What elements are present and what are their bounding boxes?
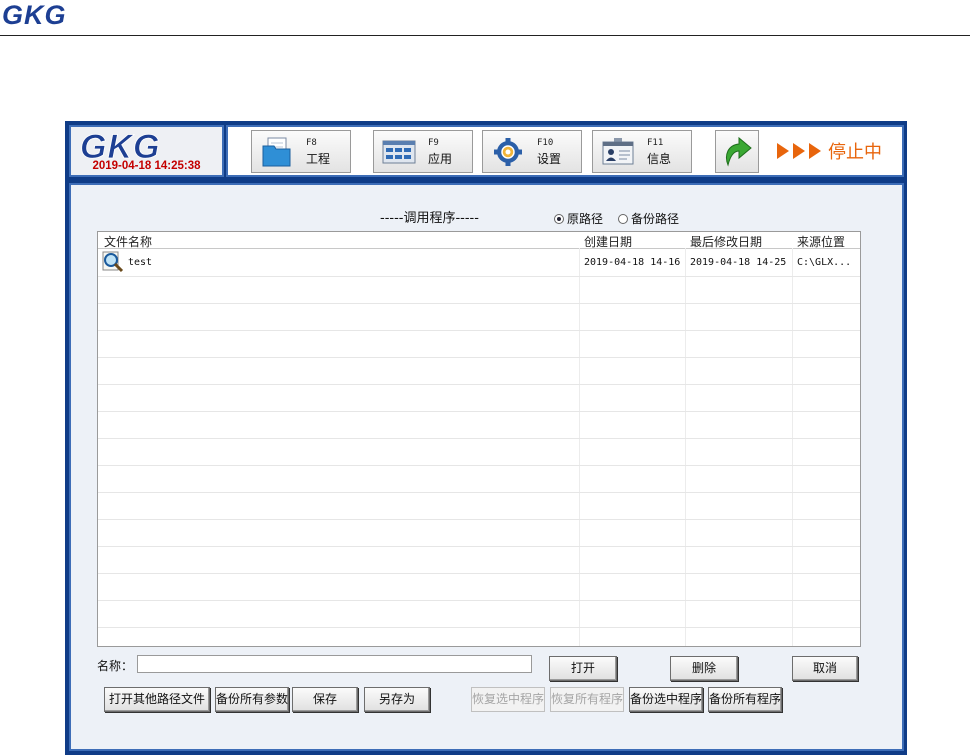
radio-original-path[interactable]: 原路径 [554, 210, 603, 227]
table-row-empty [98, 276, 860, 304]
folder-icon [262, 137, 291, 167]
column-header-created[interactable]: 创建日期 [584, 233, 632, 250]
toolbar-label: 应用 [428, 152, 453, 166]
gear-icon [494, 138, 522, 166]
backup-selected-button[interactable]: 备份选中程序 [629, 687, 703, 712]
radio-unselected-icon [618, 214, 628, 224]
status-arrows-icon [776, 141, 824, 164]
restore-selected-button[interactable]: 恢复选中程序 [471, 687, 545, 712]
svg-text:GKG: GKG [2, 0, 67, 28]
svg-text:GKG: GKG [80, 129, 160, 161]
column-header-source[interactable]: 来源位置 [797, 233, 845, 250]
open-other-path-button[interactable]: 打开其他路径文件 [104, 687, 210, 712]
toolbar-key: F11 [647, 138, 664, 148]
toolbar-label: 工程 [306, 152, 331, 166]
delete-button[interactable]: 删除 [670, 656, 738, 681]
file-table[interactable]: 文件名称 创建日期 最后修改日期 来源位置 test 2019-04-18 14… [97, 231, 861, 647]
gkg-document-logo: GKG [2, 0, 67, 28]
toolbar-button-settings[interactable]: F10 设置 [482, 130, 582, 173]
datetime-display: 2019-04-18 14:25:38 [92, 160, 201, 172]
table-row-empty [98, 411, 860, 439]
file-created: 2019-04-18 14-16 [584, 257, 681, 268]
table-row-empty [98, 357, 860, 385]
top-toolbar: F8 工程 F9 应用 F10 设置 F11 信息 停止中 [226, 125, 904, 177]
toolbar-key: F10 [537, 138, 554, 148]
id-card-icon [602, 138, 634, 165]
table-row-empty [98, 573, 860, 601]
table-row-empty [98, 600, 860, 628]
name-input[interactable] [137, 655, 532, 673]
file-name: test [128, 257, 153, 268]
table-row-empty [98, 519, 860, 547]
application-grid-icon [382, 140, 416, 164]
table-row-empty [98, 627, 860, 646]
toolbar-label: 信息 [647, 152, 672, 166]
magnifier-file-icon [102, 251, 124, 273]
toolbar-label: 设置 [537, 152, 562, 166]
toolbar-button-project[interactable]: F8 工程 [251, 130, 351, 173]
header-rule [0, 35, 970, 36]
column-header-filename[interactable]: 文件名称 [104, 233, 152, 250]
save-as-button[interactable]: 另存为 [364, 687, 430, 712]
machine-status: 停止中 [828, 142, 882, 163]
table-row-empty [98, 330, 860, 358]
table-row[interactable]: test 2019-04-18 14-16 2019-04-18 14-25 C… [98, 249, 860, 277]
radio-backup-path[interactable]: 备份路径 [618, 210, 679, 227]
radio-selected-icon [554, 214, 564, 224]
restore-all-button[interactable]: 恢复所有程序 [550, 687, 624, 712]
backup-all-params-button[interactable]: 备份所有参数 [215, 687, 289, 712]
gkg-app-logo: GKG [80, 129, 160, 161]
toolbar-key: F8 [306, 138, 317, 148]
column-header-modified[interactable]: 最后修改日期 [690, 233, 762, 250]
table-row-empty [98, 465, 860, 493]
green-return-arrow-icon [725, 136, 752, 167]
file-modified: 2019-04-18 14-25 [690, 257, 787, 268]
file-source: C:\GLX... [797, 257, 852, 268]
table-row-empty [98, 546, 860, 574]
table-row-empty [98, 438, 860, 466]
table-row-empty [98, 492, 860, 520]
save-button[interactable]: 保存 [292, 687, 358, 712]
panel-title: -----调用程序----- [380, 211, 479, 226]
table-row-empty [98, 384, 860, 412]
load-program-panel: -----调用程序----- 原路径 备份路径 文件名称 创建日期 最后修改日期… [69, 183, 904, 751]
name-label: 名称： [97, 659, 134, 673]
toolbar-button-application[interactable]: F9 应用 [373, 130, 473, 173]
return-button[interactable] [715, 130, 759, 173]
logo-clock-panel: GKG 2019-04-18 14:25:38 [69, 125, 224, 177]
radio-label: 备份路径 [631, 212, 680, 226]
table-header: 文件名称 创建日期 最后修改日期 来源位置 [98, 232, 860, 249]
toolbar-key: F9 [428, 138, 439, 148]
backup-all-programs-button[interactable]: 备份所有程序 [708, 687, 782, 712]
table-row-empty [98, 303, 860, 331]
open-button[interactable]: 打开 [549, 656, 617, 681]
toolbar-button-info[interactable]: F11 信息 [592, 130, 692, 173]
cancel-button[interactable]: 取消 [792, 656, 858, 681]
radio-label: 原路径 [567, 212, 604, 226]
